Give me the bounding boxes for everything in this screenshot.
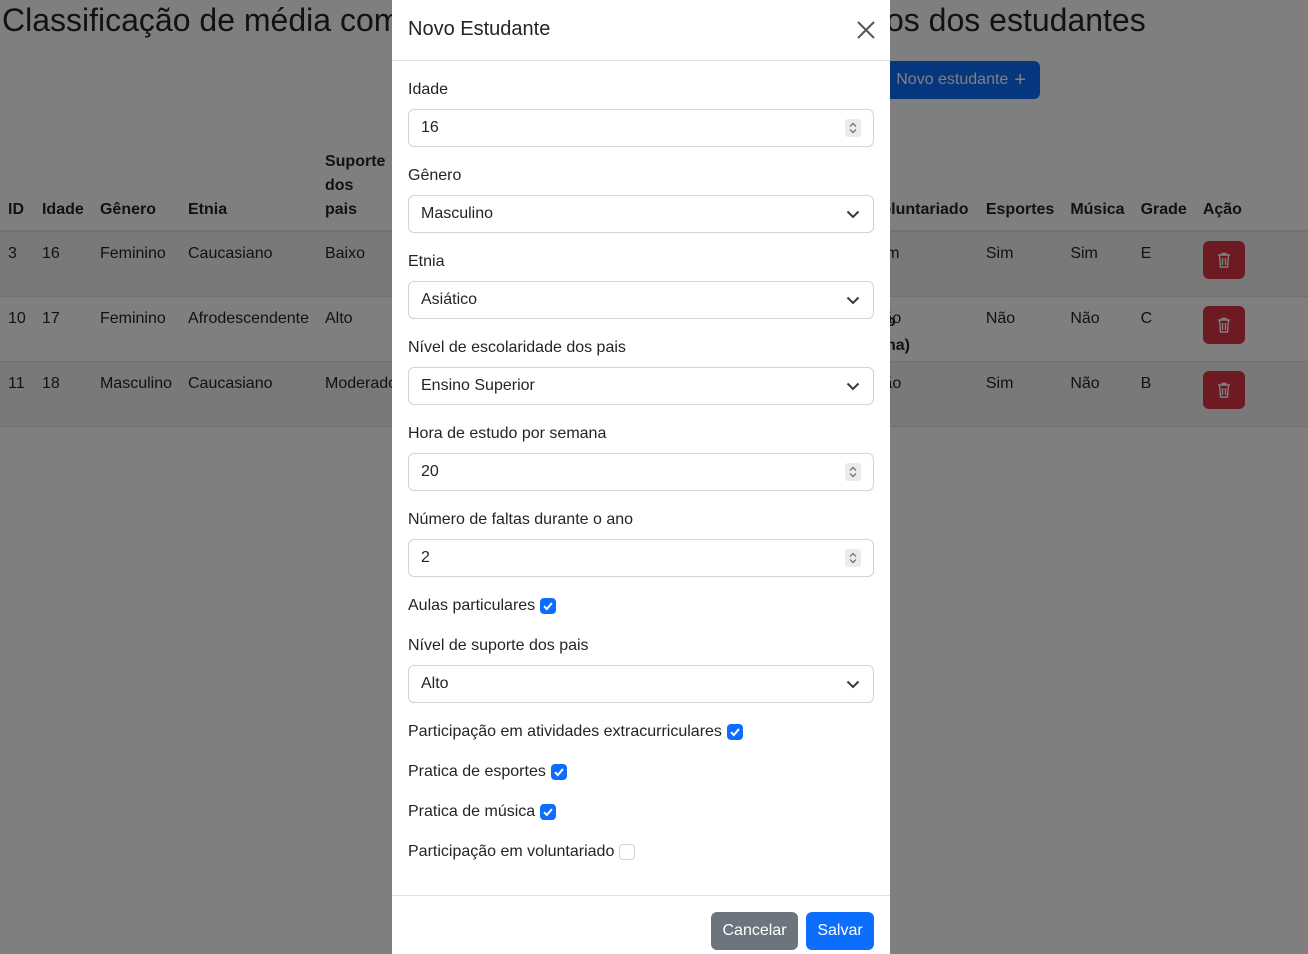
esportes-checkbox[interactable]	[550, 764, 567, 780]
genero-value: Masculino	[421, 205, 494, 222]
etnia-label: Etnia	[408, 253, 445, 270]
check-icon	[554, 768, 564, 777]
escolaridade-select[interactable]: Ensino Superior	[408, 367, 874, 405]
extracurriculares-row: Participação em atividades extracurricul…	[408, 723, 743, 741]
idade-value: 16	[421, 119, 439, 136]
new-student-modal: Novo Estudante Idade 16 Gênero Masculino…	[392, 0, 890, 954]
extracurriculares-label: Participação em atividades extracurricul…	[408, 723, 722, 740]
chevron-down-icon	[846, 296, 860, 305]
modal-footer: Cancelar Salvar	[392, 895, 890, 954]
voluntariado-label: Participação em voluntariado	[408, 843, 615, 860]
suporte-select[interactable]: Alto	[408, 665, 874, 703]
idade-label: Idade	[408, 81, 449, 98]
faltas-value: 2	[421, 549, 430, 566]
suporte-value: Alto	[421, 675, 449, 692]
esportes-label: Pratica de esportes	[408, 763, 546, 780]
esportes-row: Pratica de esportes	[408, 763, 567, 781]
voluntariado-row: Participação em voluntariado	[408, 843, 636, 861]
spinner-icon[interactable]	[845, 463, 861, 481]
faltas-input[interactable]: 2	[408, 539, 874, 577]
faltas-label: Número de faltas durante o ano	[408, 511, 634, 528]
etnia-select[interactable]: Asiático	[408, 281, 874, 319]
genero-select[interactable]: Masculino	[408, 195, 874, 233]
etnia-value: Asiático	[421, 291, 478, 308]
aulas-particulares-label: Aulas particulares	[408, 597, 536, 614]
spinner-icon[interactable]	[845, 119, 861, 137]
musica-row: Pratica de música	[408, 803, 557, 821]
spinner-icon[interactable]	[845, 549, 861, 567]
save-button[interactable]: Salvar	[806, 912, 874, 950]
extracurriculares-checkbox[interactable]	[726, 724, 743, 740]
suporte-label: Nível de suporte dos pais	[408, 637, 589, 654]
aulas-particulares-row: Aulas particulares	[408, 597, 557, 615]
close-icon	[857, 21, 875, 39]
horas-input[interactable]: 20	[408, 453, 874, 491]
modal-header: Novo Estudante	[392, 0, 890, 61]
musica-label: Pratica de música	[408, 803, 536, 820]
idade-input[interactable]: 16	[408, 109, 874, 147]
check-icon	[543, 602, 553, 611]
chevron-down-icon	[846, 210, 860, 219]
horas-label: Hora de estudo por semana	[408, 425, 607, 442]
chevron-down-icon	[846, 382, 860, 391]
cancel-button[interactable]: Cancelar	[711, 912, 798, 950]
voluntariado-checkbox[interactable]	[619, 844, 636, 860]
check-icon	[730, 728, 740, 737]
chevron-down-icon	[846, 680, 860, 689]
escolaridade-label: Nível de escolaridade dos pais	[408, 339, 626, 356]
modal-title: Novo Estudante	[408, 18, 551, 40]
horas-value: 20	[421, 463, 439, 480]
musica-checkbox[interactable]	[540, 804, 557, 820]
check-icon	[543, 808, 553, 817]
escolaridade-value: Ensino Superior	[421, 377, 535, 394]
aulas-particulares-checkbox[interactable]	[540, 598, 557, 614]
genero-label: Gênero	[408, 167, 462, 184]
close-button[interactable]	[854, 18, 878, 42]
